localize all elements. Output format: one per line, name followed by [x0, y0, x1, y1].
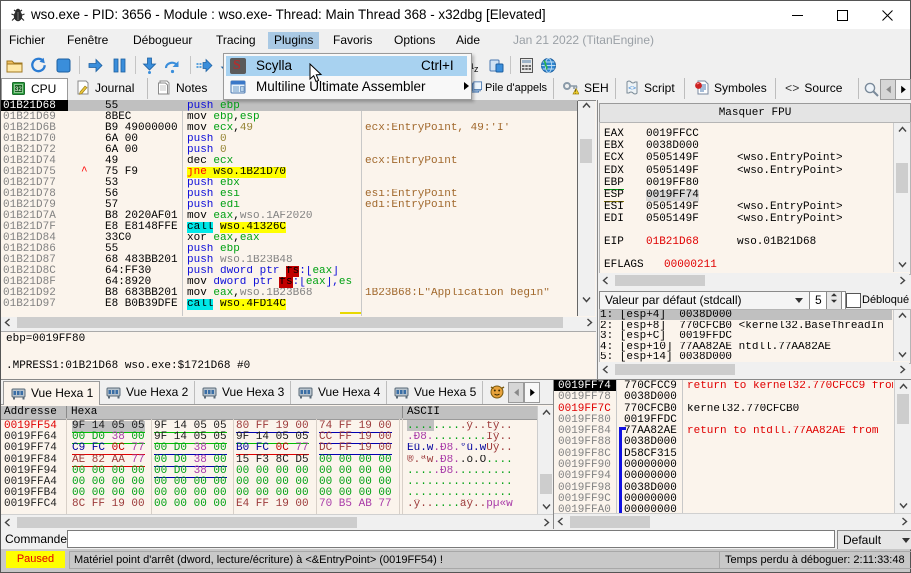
- svg-text:z: z: [474, 64, 479, 74]
- svg-text:!: !: [575, 90, 576, 96]
- svg-text:<>: <>: [628, 85, 636, 92]
- svg-text:32: 32: [15, 87, 22, 93]
